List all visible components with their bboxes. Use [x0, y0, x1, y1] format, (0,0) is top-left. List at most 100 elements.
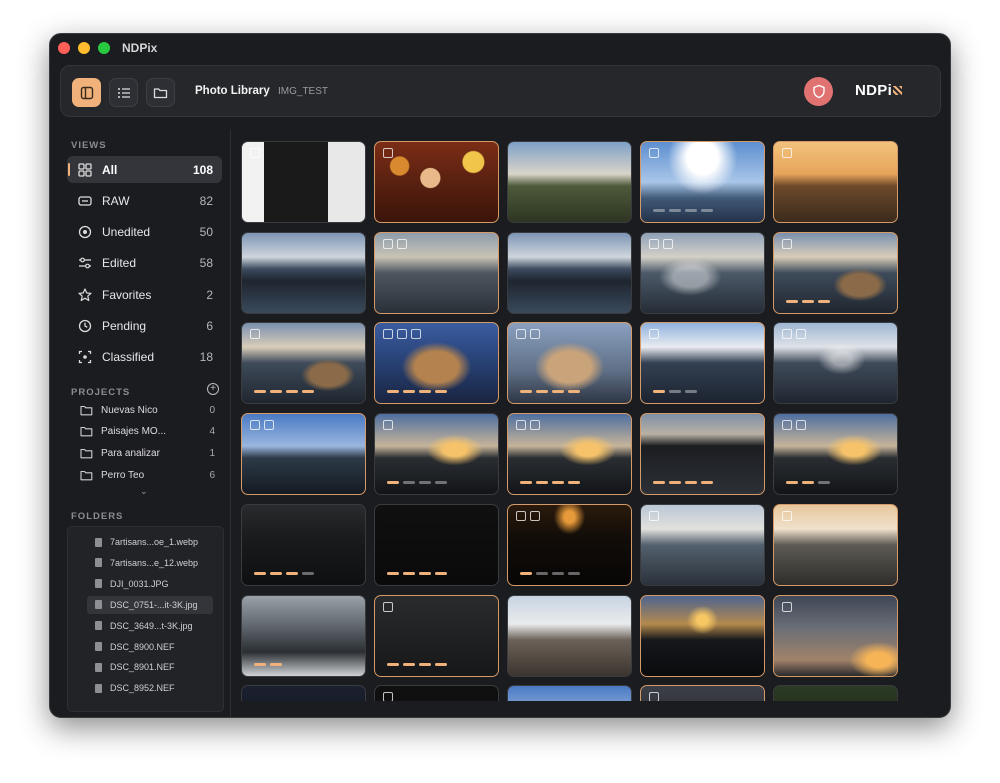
sidebar-item-label: Unedited	[102, 225, 151, 240]
photo-thumbnail[interactable]	[507, 231, 632, 314]
file-item[interactable]: 7artisans...oe_1.webp	[87, 533, 213, 551]
file-item[interactable]: DSC_8900.NEF	[87, 638, 213, 656]
progress-segment	[552, 571, 564, 575]
photo-thumbnail[interactable]	[507, 413, 632, 496]
folder-icon	[530, 420, 540, 431]
photo-thumbnail[interactable]	[374, 594, 499, 677]
photo-thumbnail[interactable]	[640, 594, 765, 677]
sidebar-item-edited[interactable]: Edited 58	[67, 250, 222, 277]
folder-icon	[397, 329, 407, 340]
photo-thumbnail[interactable]	[507, 503, 632, 586]
photo-thumbnail[interactable]	[241, 141, 366, 223]
progress-segment	[818, 481, 830, 485]
progress-segment	[701, 209, 713, 212]
project-count: 6	[209, 469, 215, 481]
photo-thumbnail[interactable]	[640, 322, 765, 405]
progress-segment	[701, 481, 713, 485]
file-label: 7artisans...oe_1.webp	[110, 537, 199, 547]
project-item[interactable]: Nuevas Nico 0	[80, 401, 220, 419]
photo-thumbnail[interactable]	[374, 503, 499, 586]
photo-thumbnail[interactable]	[241, 413, 366, 496]
zoom-window-button[interactable]	[98, 42, 110, 54]
rating-progress	[653, 209, 713, 212]
folders-list[interactable]: 7artisans...oe_1.webp 7artisans...e_12.we…	[67, 526, 224, 712]
edit-icon	[516, 510, 526, 521]
photo-thumbnail[interactable]	[241, 231, 366, 314]
photo-thumbnail[interactable]	[773, 594, 898, 677]
sidebar-item-classified[interactable]: Classified 18	[67, 344, 222, 371]
file-item[interactable]: DSC_0751-...it-3K.jpg	[87, 595, 213, 614]
file-item[interactable]: DJI_0031.JPG	[87, 575, 213, 593]
photo-thumbnail[interactable]	[640, 141, 765, 223]
photo-thumbnail[interactable]	[241, 322, 366, 405]
file-item[interactable]: DSC_8901.NEF	[87, 658, 213, 676]
sidebar-item-count: 50	[199, 225, 213, 240]
file-item[interactable]: 7artisans...e_12.webp	[87, 554, 213, 572]
open-folder-button[interactable]	[146, 78, 175, 107]
photo-thumbnail[interactable]	[773, 322, 898, 405]
progress-segment	[419, 662, 431, 666]
photo-thumbnail[interactable]	[507, 322, 632, 405]
project-count: 1	[209, 447, 215, 459]
logo-mark-icon	[893, 86, 903, 95]
photo-thumbnail[interactable]	[374, 231, 499, 314]
classified-icon	[78, 350, 92, 364]
progress-segment	[419, 390, 431, 394]
sidebar-item-label: All	[102, 162, 118, 177]
photo-thumbnail[interactable]	[640, 685, 765, 701]
progress-segment	[653, 209, 665, 212]
photo-thumbnail[interactable]	[374, 322, 499, 405]
rating-progress	[387, 390, 447, 394]
file-icon	[95, 537, 102, 547]
close-window-button[interactable]	[58, 42, 70, 54]
photo-thumbnail[interactable]	[773, 503, 898, 586]
photo-thumbnail[interactable]	[773, 413, 898, 496]
views-section-title: VIEWS	[71, 140, 107, 151]
toggle-sidebar-button[interactable]	[72, 78, 101, 107]
photo-thumbnail[interactable]	[640, 413, 765, 496]
file-item[interactable]: DSC_3649...t-3K.jpg	[87, 617, 213, 635]
photo-thumbnail[interactable]	[773, 231, 898, 314]
photo-thumbnail[interactable]	[507, 141, 632, 223]
edit-icon	[516, 329, 526, 340]
folder-icon	[153, 87, 168, 98]
sidebar-item-unedited[interactable]: Unedited 50	[67, 219, 222, 246]
expand-projects-chevron-icon[interactable]: ⌄	[140, 486, 148, 497]
project-item[interactable]: Perro Teo 6	[80, 466, 220, 484]
progress-segment	[387, 662, 399, 666]
project-item[interactable]: Paisajes MO... 4	[80, 423, 220, 441]
project-count: 4	[209, 426, 215, 438]
progress-segment	[552, 390, 564, 394]
photo-thumbnail[interactable]	[773, 141, 898, 223]
project-item[interactable]: Para analizar 1	[80, 444, 220, 462]
photo-thumbnail[interactable]	[241, 503, 366, 586]
file-item[interactable]: DSC_8952.NEF	[87, 679, 213, 697]
progress-segment	[435, 390, 447, 394]
photo-thumbnail[interactable]	[241, 594, 366, 677]
photo-thumbnail[interactable]	[640, 503, 765, 586]
library-subtitle: IMG_TEST	[278, 86, 329, 97]
list-view-button[interactable]	[109, 78, 138, 107]
progress-segment	[568, 481, 580, 485]
rating-progress	[520, 571, 580, 575]
sidebar-item-favorites[interactable]: Favorites 2	[67, 281, 222, 308]
photo-thumbnail[interactable]	[773, 685, 898, 701]
window-title: NDPix	[122, 41, 158, 55]
folder-icon	[264, 420, 274, 431]
progress-segment	[536, 481, 548, 485]
photo-thumbnail[interactable]	[241, 685, 366, 701]
photo-thumbnail[interactable]	[374, 413, 499, 496]
progress-segment	[669, 390, 681, 394]
photo-thumbnail[interactable]	[507, 594, 632, 677]
photo-thumbnail[interactable]	[640, 231, 765, 314]
sidebar-item-pending[interactable]: Pending 6	[67, 313, 222, 340]
minimize-window-button[interactable]	[78, 42, 90, 54]
photo-thumbnail[interactable]	[507, 685, 632, 701]
photo-thumbnail[interactable]	[374, 685, 499, 701]
privacy-shield-button[interactable]	[804, 77, 833, 106]
folder-icon	[796, 420, 806, 431]
photo-thumbnail[interactable]	[374, 141, 499, 223]
sidebar-item-all[interactable]: All 108	[67, 156, 222, 183]
add-project-button[interactable]: +	[207, 383, 219, 395]
sidebar-item-raw[interactable]: RAW 82	[67, 187, 222, 214]
